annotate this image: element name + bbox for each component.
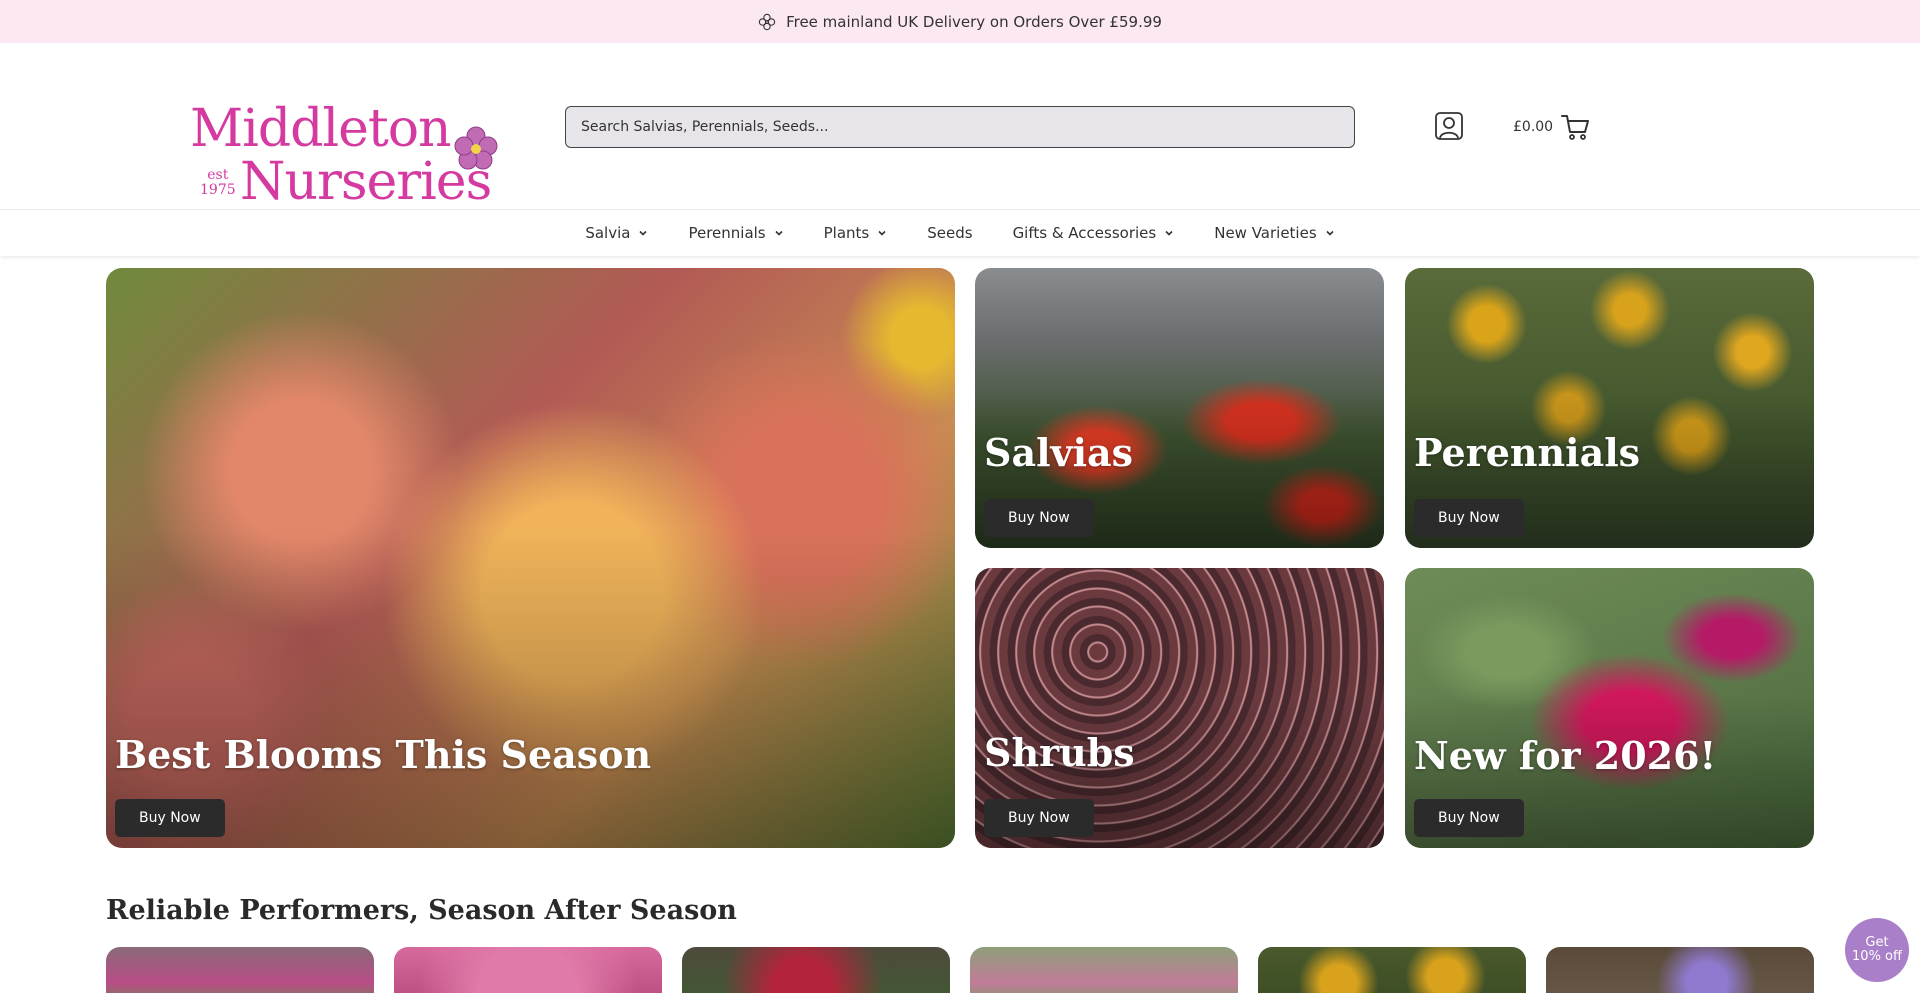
nav-item-seeds[interactable]: Seeds bbox=[927, 224, 972, 242]
hero-tile-perennials[interactable]: Perennials Buy Now bbox=[1405, 268, 1814, 548]
nav-item-label: Gifts & Accessories bbox=[1012, 224, 1157, 242]
tile-title: Best Blooms This Season bbox=[115, 732, 652, 777]
product-card[interactable] bbox=[1546, 947, 1814, 993]
hero-tile-new-for-2026[interactable]: New for 2026! Buy Now bbox=[1405, 568, 1814, 848]
tile-title: Shrubs bbox=[984, 730, 1135, 775]
discount-promo-button[interactable]: Get 10% off bbox=[1845, 918, 1909, 982]
hero-tile-salvias[interactable]: Salvias Buy Now bbox=[975, 268, 1384, 548]
flower-icon bbox=[758, 13, 776, 30]
nav-item-label: Perennials bbox=[688, 224, 766, 242]
chevron-down-icon bbox=[1165, 230, 1173, 236]
tile-shade bbox=[106, 529, 955, 848]
search-input[interactable] bbox=[565, 106, 1355, 148]
buy-now-button[interactable]: Buy Now bbox=[984, 799, 1094, 837]
product-card[interactable] bbox=[106, 947, 374, 993]
chevron-down-icon bbox=[775, 230, 783, 236]
logo-flower-icon bbox=[454, 126, 498, 170]
user-icon[interactable] bbox=[1434, 111, 1464, 141]
product-card[interactable] bbox=[970, 947, 1238, 993]
nav-item-label: Salvia bbox=[585, 224, 631, 242]
nav-item-label: Seeds bbox=[927, 224, 973, 242]
nav-item-label: Plants bbox=[823, 224, 870, 242]
tile-title: Perennials bbox=[1414, 430, 1641, 475]
logo-est: est 1975 bbox=[200, 167, 236, 198]
cart-total[interactable]: £0.00 bbox=[1513, 119, 1553, 135]
hero-tile-shrubs[interactable]: Shrubs Buy Now bbox=[975, 568, 1384, 848]
product-card[interactable] bbox=[682, 947, 950, 993]
announcement-bar: Free mainland UK Delivery on Orders Over… bbox=[0, 0, 1920, 43]
hero-tile-best-blooms[interactable]: Best Blooms This Season Buy Now bbox=[106, 268, 955, 848]
logo-text-line1: Middleton bbox=[190, 99, 452, 159]
chevron-down-icon bbox=[878, 230, 886, 236]
product-card[interactable] bbox=[1258, 947, 1526, 993]
nav-item-plants[interactable]: Plants bbox=[824, 224, 888, 242]
buy-now-button[interactable]: Buy Now bbox=[1414, 499, 1524, 537]
nav-item-salvia[interactable]: Salvia bbox=[585, 224, 648, 242]
chevron-down-icon bbox=[1326, 230, 1334, 236]
nav-item-perennials[interactable]: Perennials bbox=[688, 224, 783, 242]
chevron-down-icon bbox=[639, 230, 648, 236]
tile-title: Salvias bbox=[984, 430, 1134, 475]
promo-line2: 10% off bbox=[1852, 949, 1902, 964]
nav-item-new-varieties[interactable]: New Varieties bbox=[1214, 224, 1334, 242]
promo-line1: Get bbox=[1865, 934, 1889, 950]
tile-title: New for 2026! bbox=[1414, 733, 1717, 778]
nav-item-label: New Varieties bbox=[1214, 224, 1317, 242]
product-card[interactable] bbox=[394, 947, 662, 993]
site-header: Middleton Nurseries est1975 £0.00 bbox=[0, 43, 1920, 210]
nav-item-gifts-accessories[interactable]: Gifts & Accessories bbox=[1013, 224, 1175, 242]
cart-icon[interactable] bbox=[1560, 112, 1590, 142]
announcement-text: Free mainland UK Delivery on Orders Over… bbox=[786, 12, 1162, 31]
section-title: Reliable Performers, Season After Season bbox=[106, 895, 737, 926]
buy-now-button[interactable]: Buy Now bbox=[1414, 799, 1524, 837]
buy-now-button[interactable]: Buy Now bbox=[984, 499, 1094, 537]
buy-now-button[interactable]: Buy Now bbox=[115, 799, 225, 837]
logo[interactable]: Middleton Nurseries est 1975 bbox=[190, 68, 500, 208]
main-nav: Salvia Perennials Plants Seeds Gifts & A… bbox=[0, 210, 1920, 256]
